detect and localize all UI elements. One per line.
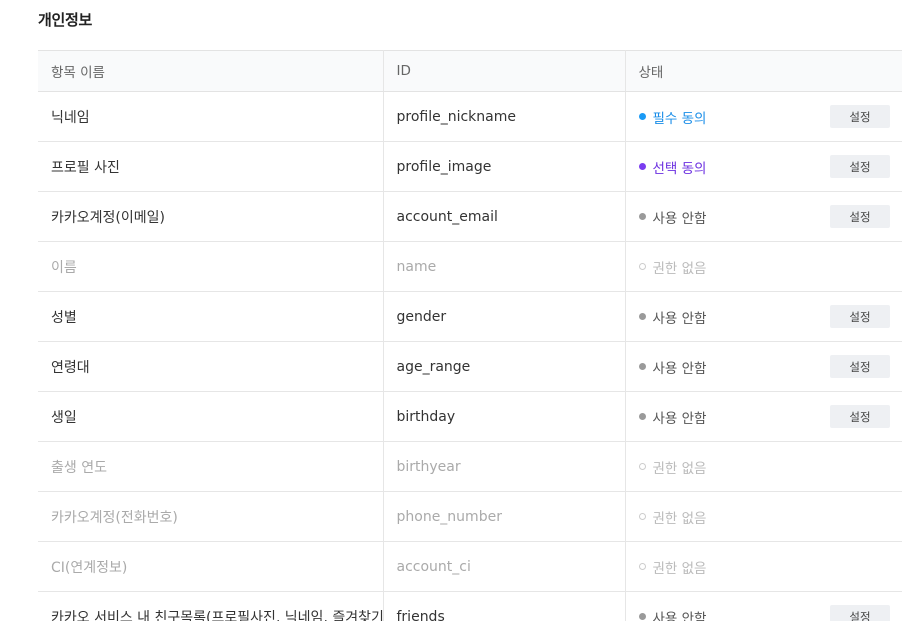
item-id-cell: age_range — [382, 341, 625, 392]
state-wrapper: 권한 없음 — [638, 492, 903, 541]
table-header-row: 항목 이름 ID 상태 — [38, 50, 902, 92]
header-id: ID — [382, 50, 625, 92]
table-row: 이름 name 권한 없음 — [38, 241, 903, 292]
status-dot-icon — [638, 213, 646, 220]
item-name-cell: 프로필 사진 — [38, 141, 383, 192]
item-id-cell: birthyear — [382, 441, 625, 492]
status-dot-icon — [638, 313, 646, 320]
settings-button[interactable]: 설정 — [830, 305, 890, 328]
header-item-name: 항목 이름 — [38, 50, 383, 92]
settings-button[interactable]: 설정 — [830, 105, 890, 128]
status-text: 권한 없음 — [652, 260, 707, 277]
item-id-cell: phone_number — [382, 491, 625, 542]
item-name-cell: 연령대 — [38, 341, 383, 392]
item-state-cell: 필수 동의 설정 — [624, 91, 903, 142]
item-state-cell: 사용 안함 설정 — [624, 591, 903, 621]
state-wrapper: 권한 없음 — [638, 542, 903, 591]
status-text: 필수 동의 — [652, 110, 707, 127]
item-name-cell: 생일 — [38, 391, 383, 442]
settings-button[interactable]: 설정 — [830, 605, 890, 621]
status-dot-icon — [638, 563, 646, 570]
item-id-cell: birthday — [382, 391, 625, 442]
item-state-cell: 권한 없음 — [624, 441, 903, 492]
item-name-cell: 이름 — [38, 241, 383, 292]
state-wrapper: 사용 안함 설정 — [638, 292, 903, 341]
item-id-cell: gender — [382, 291, 625, 342]
table-row: 출생 연도 birthyear 권한 없음 — [38, 441, 903, 492]
item-state-cell: 사용 안함 설정 — [624, 391, 903, 442]
table-row: 카카오계정(전화번호) phone_number 권한 없음 — [38, 491, 903, 542]
item-id-cell: account_ci — [382, 541, 625, 592]
item-name-cell: CI(연계정보) — [38, 541, 383, 592]
item-id-cell: profile_nickname — [382, 91, 625, 142]
status-text: 사용 안함 — [652, 360, 707, 377]
state-wrapper: 선택 동의 설정 — [638, 142, 903, 191]
item-state-cell: 권한 없음 — [624, 541, 903, 592]
status-dot-icon — [638, 613, 646, 620]
table-row: 성별 gender 사용 안함 설정 — [38, 291, 903, 342]
status-text: 사용 안함 — [652, 310, 707, 327]
personal-info-page: 개인정보 항목 이름 ID 상태 닉네임 profile_nickname 필수 동… — [0, 0, 916, 621]
item-state-cell: 권한 없음 — [624, 241, 903, 292]
table-row: 닉네임 profile_nickname 필수 동의 설정 — [38, 91, 903, 142]
item-id-cell: friends — [382, 591, 625, 621]
table-row: 프로필 사진 profile_image 선택 동의 설정 — [38, 141, 903, 192]
item-id-cell: account_email — [382, 191, 625, 242]
state-wrapper: 필수 동의 설정 — [638, 92, 903, 141]
table-row: CI(연계정보) account_ci 권한 없음 — [38, 541, 903, 592]
status-text: 사용 안함 — [652, 610, 707, 621]
item-state-cell: 사용 안함 설정 — [624, 341, 903, 392]
status-dot-icon — [638, 513, 646, 520]
header-state: 상태 — [624, 50, 902, 92]
table-row: 카카오계정(이메일) account_email 사용 안함 설정 — [38, 191, 903, 242]
settings-button[interactable]: 설정 — [830, 155, 890, 178]
state-wrapper: 사용 안함 설정 — [638, 192, 903, 241]
settings-button[interactable]: 설정 — [830, 405, 890, 428]
item-state-cell: 선택 동의 설정 — [624, 141, 903, 192]
status-dot-icon — [638, 363, 646, 370]
status-dot-icon — [638, 263, 646, 270]
item-id-cell: profile_image — [382, 141, 625, 192]
status-dot-icon — [638, 463, 646, 470]
settings-button[interactable]: 설정 — [830, 355, 890, 378]
item-state-cell: 사용 안함 설정 — [624, 191, 903, 242]
status-dot-icon — [638, 163, 646, 170]
item-name-cell: 카카오계정(전화번호) — [38, 491, 383, 542]
item-state-cell: 권한 없음 — [624, 491, 903, 542]
item-name-cell: 카카오계정(이메일) — [38, 191, 383, 242]
item-name-cell: 닉네임 — [38, 91, 383, 142]
item-name-cell: 성별 — [38, 291, 383, 342]
state-wrapper: 사용 안함 설정 — [638, 592, 903, 621]
consent-items-table: 항목 이름 ID 상태 닉네임 profile_nickname 필수 동의 설정 프로… — [38, 50, 902, 621]
item-name-cell: 출생 연도 — [38, 441, 383, 492]
status-text: 사용 안함 — [652, 210, 707, 227]
status-dot-icon — [638, 113, 646, 120]
table-row: 카카오 서비스 내 친구목록(프로필사진, 닉네임, 즐겨찾기 friends 사용… — [38, 591, 903, 621]
table-row: 생일 birthday 사용 안함 설정 — [38, 391, 903, 442]
status-text: 사용 안함 — [652, 410, 707, 427]
settings-button[interactable]: 설정 — [830, 205, 890, 228]
status-text: 권한 없음 — [652, 510, 707, 527]
table-row: 연령대 age_range 사용 안함 설정 — [38, 341, 903, 392]
status-dot-icon — [638, 413, 646, 420]
section-title: 개인정보 — [38, 11, 93, 29]
item-id-cell: name — [382, 241, 625, 292]
status-text: 권한 없음 — [652, 560, 707, 577]
state-wrapper: 권한 없음 — [638, 242, 903, 291]
status-text: 선택 동의 — [652, 160, 707, 177]
state-wrapper: 권한 없음 — [638, 442, 903, 491]
status-text: 권한 없음 — [652, 460, 707, 477]
state-wrapper: 사용 안함 설정 — [638, 342, 903, 391]
item-state-cell: 사용 안함 설정 — [624, 291, 903, 342]
item-name-cell: 카카오 서비스 내 친구목록(프로필사진, 닉네임, 즐겨찾기 — [38, 591, 383, 621]
state-wrapper: 사용 안함 설정 — [638, 392, 903, 441]
